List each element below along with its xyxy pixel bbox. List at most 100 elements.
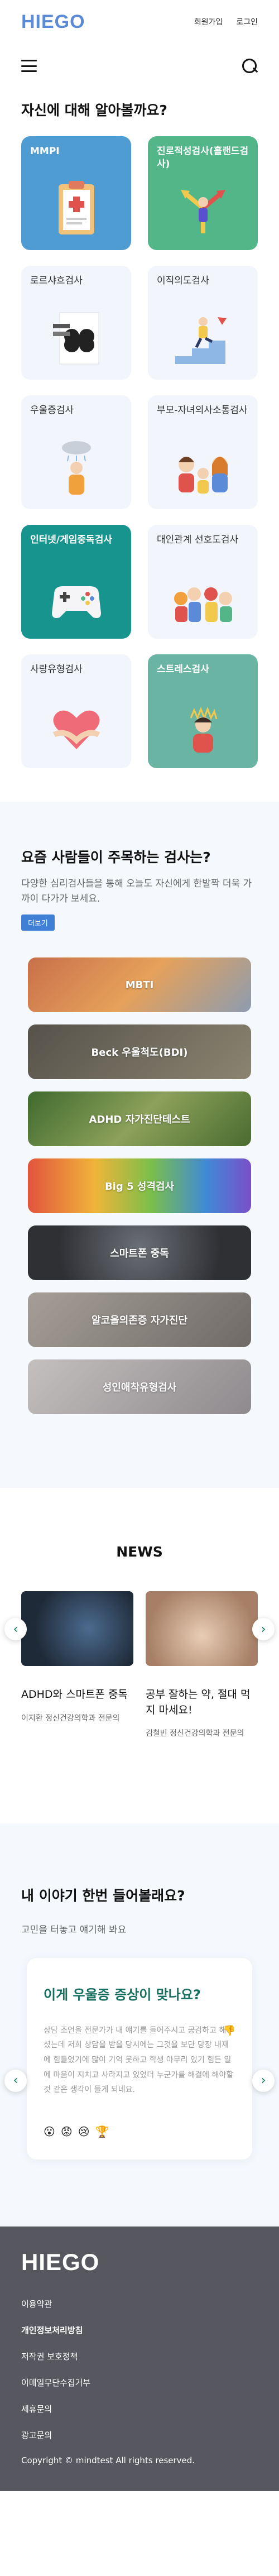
test-card-depression[interactable]: 우울증검사	[21, 395, 131, 509]
news-item[interactable]: 공부 잘하는 약, 절대 먹지 마세요! 김철빈 정신건강의학과 전문의	[146, 1591, 258, 1739]
story-body: 상담 조언을 전문가가 내 얘기를 들어주시고 공감하고 해주셨는데 저희 상담…	[44, 2026, 234, 2095]
gamepad-icon	[51, 586, 101, 618]
test-card-parent-child[interactable]: 부모-자녀의사소통검사	[148, 395, 258, 509]
test-card-label: 사랑유형검사	[30, 664, 83, 675]
test-card-label: 이직의도검사	[157, 275, 209, 286]
banner-mbti[interactable]: MBTI	[28, 957, 251, 1013]
more-button[interactable]: 더보기	[21, 914, 55, 931]
test-card-label: 스트레스검사	[157, 664, 209, 675]
surprised-icon[interactable]: 😮	[44, 2125, 55, 2138]
footer-link-copyright[interactable]: 저작권 보호정책	[21, 2350, 258, 2362]
story-title: 이게 우울증 증상이 맞나요?	[44, 1986, 201, 2003]
footer-link-email[interactable]: 이메일무단수집거부	[21, 2377, 258, 2388]
signup-link[interactable]: 회원가입	[194, 16, 223, 27]
banner-adhd[interactable]: ADHD 자가진단테스트	[28, 1091, 251, 1147]
test-grid: MMPI 진로적성검사(홀랜드검사) 로르샤흐검사 이직의도검사 우울증검사 부…	[21, 136, 258, 768]
banner-label: MBTI	[125, 979, 154, 991]
stressed-person-icon	[190, 706, 217, 753]
footer-link-privacy[interactable]: 개인정보처리방침	[21, 2324, 258, 2336]
popular-description: 다양한 심리검사들을 통해 오늘도 자신에게 한발짝 더욱 가까이 다가가 보세…	[21, 878, 252, 905]
news-item[interactable]: ADHD와 스마트폰 중독 이지환 정신건강의학과 전문의	[21, 1591, 133, 1739]
test-card-label: 인터넷/게임중독검사	[30, 534, 112, 545]
story-heading: 내 이야기 한번 들어볼래요?	[21, 1887, 185, 1904]
test-card-relationship[interactable]: 대인관계 선호도검사	[148, 525, 258, 639]
footer-link-ads[interactable]: 광고문의	[21, 2429, 258, 2441]
story-carousel: ‹ 이게 우울증 증상이 맞나요? 👎 상담 조언을 전문가가 내 얘기를 들어…	[4, 1957, 275, 2160]
test-card-label: 로르샤흐검사	[30, 275, 83, 286]
banner-label: 알코올의존증 자가진단	[92, 1315, 187, 1327]
popular-heading: 요즘 사람들이 주목하는 검사는?	[21, 849, 211, 865]
copyright-text: Copyright © mindtest All rights reserved…	[21, 2455, 195, 2465]
top-bar: HIEGO 회원가입 로그인	[0, 0, 279, 44]
test-card-mmpi[interactable]: MMPI	[21, 136, 131, 250]
banner-label: Beck 우울척도(BDI)	[91, 1047, 188, 1059]
test-card-holland[interactable]: 진로적성검사(홀랜드검사)	[148, 136, 258, 250]
test-card-turnover[interactable]: 이직의도검사	[148, 266, 258, 380]
angry-icon[interactable]: 😡	[61, 2125, 73, 2138]
test-card-label: 우울증검사	[30, 405, 74, 416]
banner-label: ADHD 자가진단테스트	[89, 1114, 190, 1126]
chevron-right-icon: ›	[261, 1622, 266, 1636]
test-card-label: 대인관계 선호도검사	[157, 534, 239, 545]
news-source: 김철빈 정신건강의학과 전문의	[146, 1729, 244, 1739]
story-subheading: 고민을 터놓고 얘기해 봐요	[21, 1924, 127, 1936]
banner-label: 스마트폰 중독	[110, 1248, 169, 1260]
banner-alcohol[interactable]: 알코올의존증 자가진단	[28, 1292, 251, 1348]
people-icon	[174, 587, 232, 622]
clipboard-icon	[58, 181, 94, 234]
test-card-rorschach[interactable]: 로르샤흐검사	[21, 266, 131, 380]
story-card[interactable]: 이게 우울증 증상이 맞나요? 👎 상담 조언을 전문가가 내 얘기를 들어주시…	[27, 1957, 252, 2160]
test-card-label: 부모-자녀의사소통검사	[157, 405, 248, 416]
test-section-heading: 자신에 대해 알아볼까요?	[21, 102, 167, 118]
climber-icon	[175, 317, 227, 364]
test-card-label: 진로적성검사(홀랜드검사)	[157, 146, 249, 170]
news-title: ADHD와 스마트폰 중독	[21, 1688, 128, 1701]
story-next-button[interactable]: ›	[252, 2069, 275, 2092]
test-card-love-type[interactable]: 사랑유형검사	[21, 654, 131, 768]
news-thumbnail	[146, 1591, 258, 1667]
chevron-left-icon: ‹	[13, 1622, 18, 1636]
footer-link-partnership[interactable]: 제휴문의	[21, 2403, 258, 2415]
auth-links: 회원가입 로그인	[194, 16, 258, 27]
banner-big5[interactable]: Big 5 성격검사	[28, 1158, 251, 1214]
heart-icon	[52, 710, 100, 749]
footer: HIEGO 이용약관 개인정보처리방침 저작권 보호정책 이메일무단수집거부 제…	[0, 2226, 279, 2491]
chevron-left-icon: ‹	[13, 2074, 18, 2088]
test-section: 자신에 대해 알아볼까요? MMPI 진로적성검사(홀랜드검사) 로르샤흐검사 …	[0, 88, 279, 802]
popular-section: 요즘 사람들이 주목하는 검사는? 다양한 심리검사들을 통해 오늘도 자신에게…	[0, 802, 279, 1488]
banner-label: 성인애착유형검사	[102, 1382, 177, 1394]
login-link[interactable]: 로그인	[236, 16, 258, 27]
inkblot-icon	[52, 312, 99, 365]
story-section: 내 이야기 한번 들어볼래요? 고민을 터놓고 얘기해 봐요 ‹ 이게 우울증 …	[0, 1823, 279, 2227]
news-next-button[interactable]: ›	[252, 1618, 275, 1641]
reaction-bar: 😮 😡 😢 🏆	[44, 2125, 235, 2138]
story-prev-button[interactable]: ‹	[4, 2069, 27, 2092]
banner-smartphone[interactable]: 스마트폰 중독	[28, 1225, 251, 1281]
thumbs-up-icon[interactable]: 👎	[223, 2025, 235, 2037]
banner-beck[interactable]: Beck 우울척도(BDI)	[28, 1024, 251, 1080]
test-card-internet-game[interactable]: 인터넷/게임중독검사	[21, 525, 131, 639]
banner-label: Big 5 성격검사	[104, 1181, 175, 1193]
test-card-stress[interactable]: 스트레스검사	[148, 654, 258, 768]
news-source: 이지환 정신건강의학과 전문의	[21, 1713, 120, 1723]
news-thumbnail	[21, 1591, 133, 1667]
crossroads-icon	[180, 190, 225, 233]
footer-links: 이용약관 개인정보처리방침 저작권 보호정책 이메일무단수집거부 제휴문의 광고…	[21, 2298, 258, 2441]
news-title: 공부 잘하는 약, 절대 먹지 마세요!	[146, 1688, 251, 1716]
family-icon	[178, 457, 228, 494]
site-logo[interactable]: HIEGO	[21, 11, 85, 33]
test-card-label: MMPI	[30, 146, 60, 157]
news-heading: NEWS	[116, 1544, 163, 1560]
sad-icon[interactable]: 😢	[78, 2125, 90, 2138]
search-icon[interactable]	[241, 58, 258, 74]
news-section: NEWS ‹ ADHD와 스마트폰 중독 이지환 정신건강의학과 전문의 공부 …	[0, 1488, 279, 1823]
nav-bar	[0, 44, 279, 88]
chevron-right-icon: ›	[261, 2074, 266, 2088]
banner-attachment[interactable]: 성인애착유형검사	[28, 1359, 251, 1415]
menu-icon[interactable]	[21, 60, 37, 72]
sad-person-icon	[61, 441, 91, 495]
trophy-icon[interactable]: 🏆	[95, 2125, 109, 2138]
footer-logo[interactable]: HIEGO	[21, 2249, 258, 2276]
news-carousel: ‹ ADHD와 스마트폰 중독 이지환 정신건강의학과 전문의 공부 잘하는 약…	[4, 1591, 275, 1739]
footer-link-terms[interactable]: 이용약관	[21, 2298, 258, 2310]
